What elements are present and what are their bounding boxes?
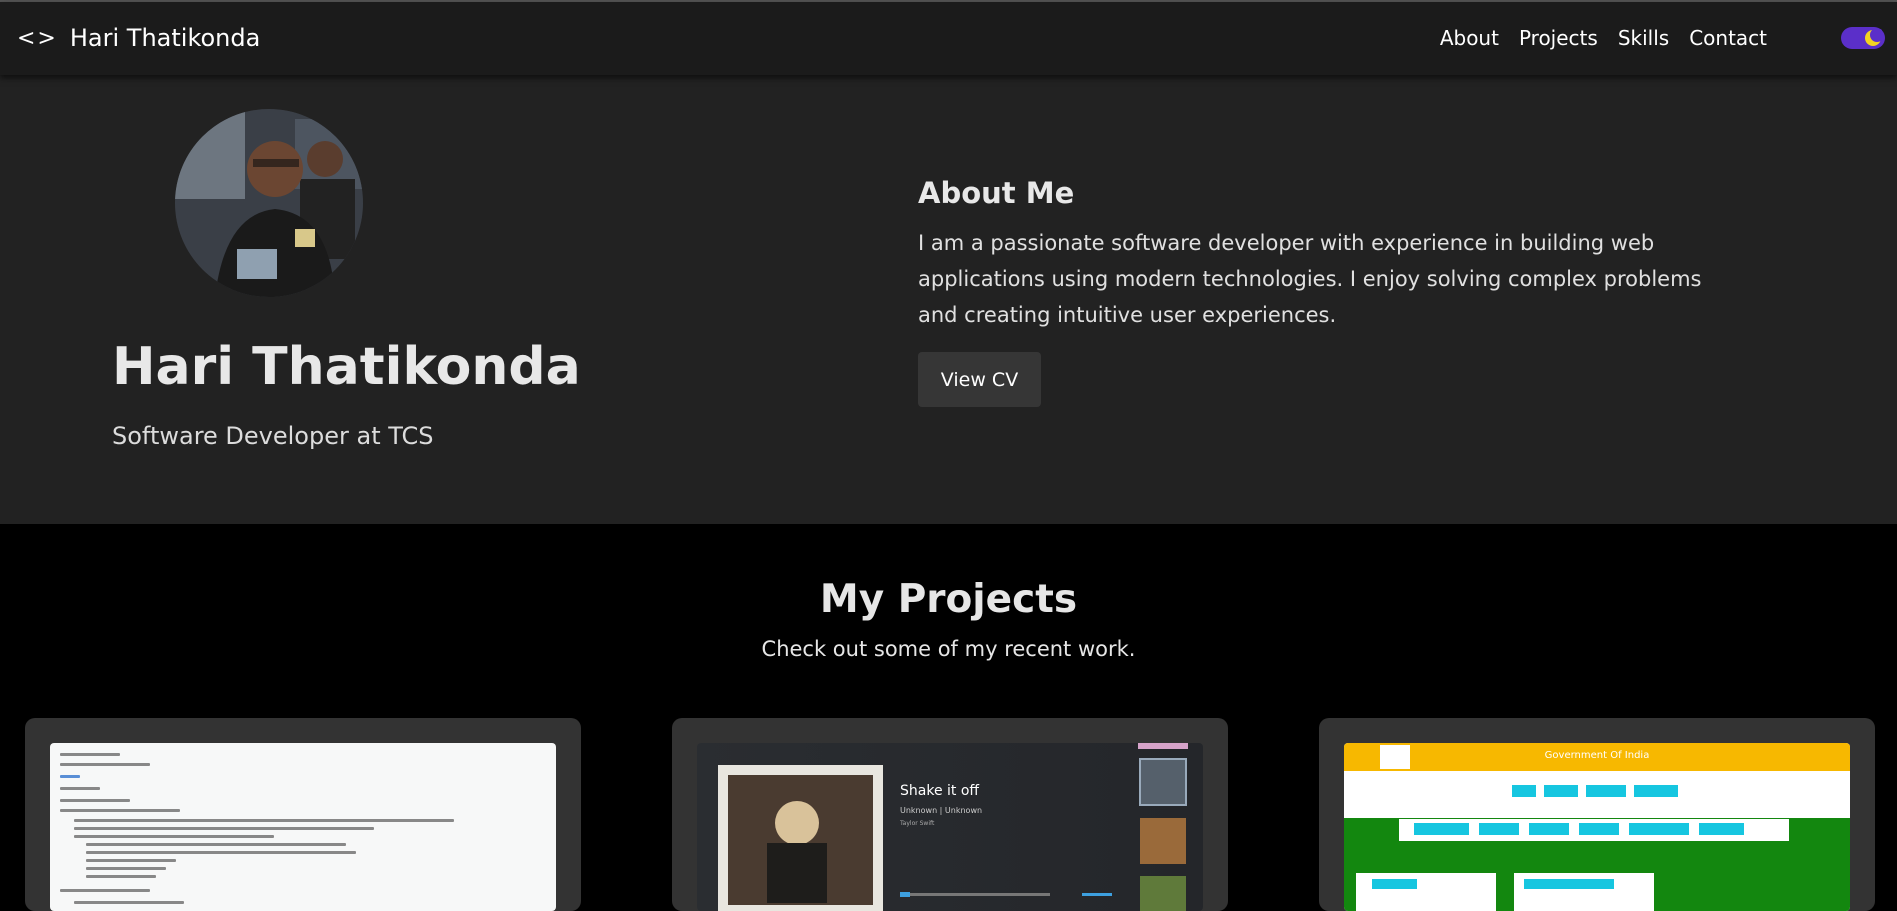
nav-skills[interactable]: Skills (1618, 26, 1669, 50)
project-card-music[interactable]: Shake it off Unknown | Unknown Taylor Sw… (672, 718, 1228, 911)
song-title: Shake it off (900, 783, 980, 799)
site-banner-text: Government Of India (1544, 750, 1650, 761)
song-meta: Unknown | Unknown (900, 806, 983, 815)
about-title: About Me (918, 176, 1075, 210)
nav-contact[interactable]: Contact (1689, 26, 1767, 50)
project-card-scholarship[interactable]: Government Of India (1319, 718, 1875, 911)
project-card-chat[interactable] (25, 718, 581, 911)
avatar (175, 109, 363, 297)
song-artist: Taylor Swift (900, 820, 935, 827)
hero-section: Hari Thatikonda Software Developer at TC… (0, 75, 1897, 524)
projects-subtitle: Check out some of my recent work. (761, 637, 1136, 661)
scholarship-site-preview (1344, 743, 1850, 911)
theme-toggle[interactable] (1841, 27, 1885, 49)
code-icon: <> (17, 25, 58, 51)
nav-projects[interactable]: Projects (1519, 26, 1598, 50)
projects-title: My Projects (819, 577, 1078, 622)
hero-name: Hari Thatikonda (112, 337, 581, 397)
music-player-preview (718, 743, 1188, 911)
project-screenshot: Government Of India (1344, 743, 1850, 911)
main-nav: About Projects Skills Contact (1440, 26, 1767, 50)
view-cv-button[interactable]: View CV (918, 352, 1041, 407)
profile-photo (175, 109, 363, 297)
project-screenshot (50, 743, 556, 911)
project-screenshot: Shake it off Unknown | Unknown Taylor Sw… (697, 743, 1203, 911)
nav-about[interactable]: About (1440, 26, 1499, 50)
moon-icon (1865, 29, 1882, 46)
brand-name: Hari Thatikonda (69, 24, 261, 52)
navbar: <> Hari Thatikonda About Projects Skills… (0, 2, 1897, 75)
brand[interactable]: <> Hari Thatikonda (17, 24, 260, 52)
hero-role: Software Developer at TCS (112, 422, 434, 450)
about-text: I am a passionate software developer wit… (918, 231, 1702, 327)
